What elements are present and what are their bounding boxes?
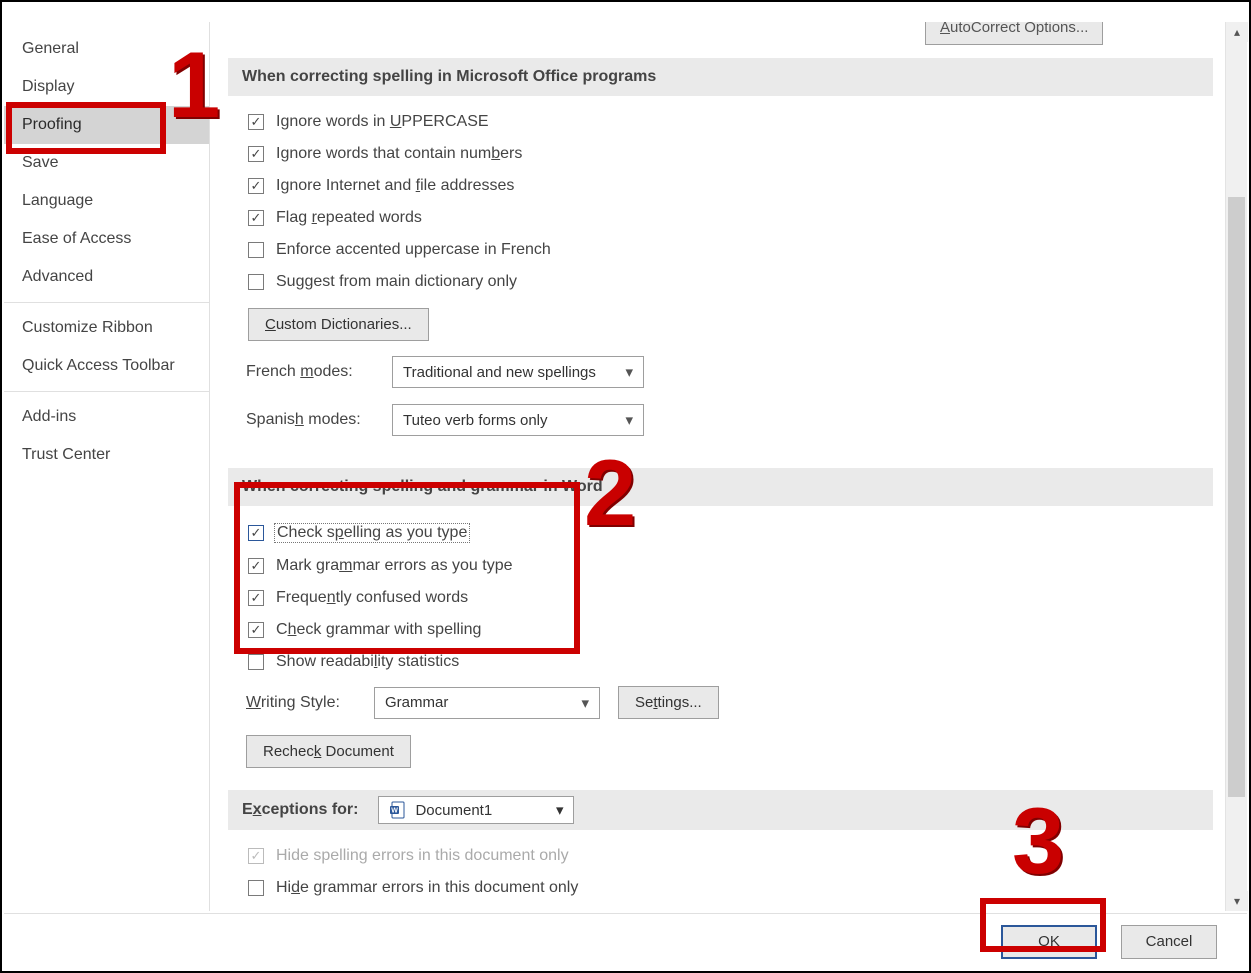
label-mark-grammar-as-you-type: Mark grammar errors as you type	[276, 557, 513, 575]
caret-down-icon: ▾	[625, 363, 633, 381]
options-sidebar: General Display Proofing Save Language E…	[4, 22, 210, 911]
section-heading-office-spelling: When correcting spelling in Microsoft Of…	[228, 58, 1213, 96]
dialog-footer: OK Cancel	[4, 913, 1247, 969]
label-readability-stats: Show readability statistics	[276, 653, 459, 671]
checkbox-hide-spelling-errors	[248, 848, 264, 864]
section-heading-exceptions: Exceptions for: W Document1 ▾	[228, 790, 1213, 830]
french-modes-select[interactable]: Traditional and new spellings▾	[392, 356, 644, 388]
checkbox-hide-grammar-errors[interactable]	[248, 880, 264, 896]
sidebar-item-ease-of-access[interactable]: Ease of Access	[4, 220, 209, 258]
section-heading-word-grammar: When correcting spelling and grammar in …	[228, 468, 1213, 506]
checkbox-mark-grammar-as-you-type[interactable]	[248, 558, 264, 574]
sidebar-item-general[interactable]: General	[4, 30, 209, 68]
spanish-modes-select[interactable]: Tuteo verb forms only▾	[392, 404, 644, 436]
caret-down-icon: ▾	[556, 801, 564, 819]
checkbox-check-spelling-as-you-type[interactable]	[248, 525, 264, 541]
sidebar-item-display[interactable]: Display	[4, 68, 209, 106]
autocorrect-options-button[interactable]: AutoCorrect Options...	[925, 22, 1103, 45]
label-flag-repeated: Flag repeated words	[276, 209, 422, 227]
scroll-thumb[interactable]	[1228, 197, 1245, 797]
scroll-up-button[interactable]: ▴	[1226, 22, 1248, 42]
sidebar-item-advanced[interactable]: Advanced	[4, 258, 209, 296]
custom-dictionaries-button[interactable]: Custom Dictionaries...	[248, 308, 429, 341]
label-french-accented: Enforce accented uppercase in French	[276, 241, 551, 259]
label-main-dict-only: Suggest from main dictionary only	[276, 273, 517, 291]
sidebar-item-add-ins[interactable]: Add-ins	[4, 398, 209, 436]
label-check-spelling-as-you-type: Check spelling as you type	[274, 523, 470, 543]
checkbox-french-accented[interactable]	[248, 242, 264, 258]
label-ignore-numbers: Ignore words that contain numbers	[276, 145, 522, 163]
dialog-body: General Display Proofing Save Language E…	[4, 22, 1247, 911]
checkbox-flag-repeated[interactable]	[248, 210, 264, 226]
label-hide-spelling-errors: Hide spelling errors in this document on…	[276, 847, 569, 865]
settings-button[interactable]: Settings...	[618, 686, 719, 719]
checkbox-ignore-internet[interactable]	[248, 178, 264, 194]
recheck-document-button[interactable]: Recheck Document	[246, 735, 411, 768]
ok-button[interactable]: OK	[1001, 925, 1097, 959]
word-document-icon: W	[389, 801, 407, 819]
spanish-modes-label: Spanish modes:	[246, 411, 374, 429]
sidebar-item-trust-center[interactable]: Trust Center	[4, 436, 209, 474]
checkbox-ignore-numbers[interactable]	[248, 146, 264, 162]
sidebar-item-quick-access-toolbar[interactable]: Quick Access Toolbar	[4, 347, 209, 385]
scroll-down-button[interactable]: ▾	[1226, 891, 1248, 911]
cancel-button[interactable]: Cancel	[1121, 925, 1217, 959]
checkbox-ignore-uppercase[interactable]	[248, 114, 264, 130]
writing-style-select[interactable]: Grammar▾	[374, 687, 600, 719]
checkbox-check-grammar-with-spelling[interactable]	[248, 622, 264, 638]
sidebar-item-save[interactable]: Save	[4, 144, 209, 182]
content-area: AutoCorrect Options... When correcting s…	[210, 22, 1247, 911]
options-dialog: General Display Proofing Save Language E…	[0, 0, 1251, 973]
sidebar-item-customize-ribbon[interactable]: Customize Ribbon	[4, 309, 209, 347]
sidebar-item-language[interactable]: Language	[4, 182, 209, 220]
label-ignore-uppercase: Ignore words in UPPERCASE	[276, 113, 489, 131]
writing-style-label: Writing Style:	[246, 694, 356, 712]
vertical-scrollbar[interactable]: ▴ ▾	[1225, 22, 1247, 911]
label-frequently-confused: Frequently confused words	[276, 589, 468, 607]
checkbox-main-dict-only[interactable]	[248, 274, 264, 290]
french-modes-label: French modes:	[246, 363, 374, 381]
svg-text:W: W	[392, 808, 399, 815]
sidebar-item-proofing[interactable]: Proofing	[4, 106, 209, 144]
label-hide-grammar-errors: Hide grammar errors in this document onl…	[276, 879, 578, 897]
caret-down-icon: ▾	[581, 694, 589, 712]
exceptions-document-select[interactable]: W Document1 ▾	[378, 796, 574, 824]
label-check-grammar-with-spelling: Check grammar with spelling	[276, 621, 481, 639]
caret-down-icon: ▾	[625, 411, 633, 429]
label-ignore-internet: Ignore Internet and file addresses	[276, 177, 514, 195]
checkbox-frequently-confused[interactable]	[248, 590, 264, 606]
checkbox-readability-stats[interactable]	[248, 654, 264, 670]
